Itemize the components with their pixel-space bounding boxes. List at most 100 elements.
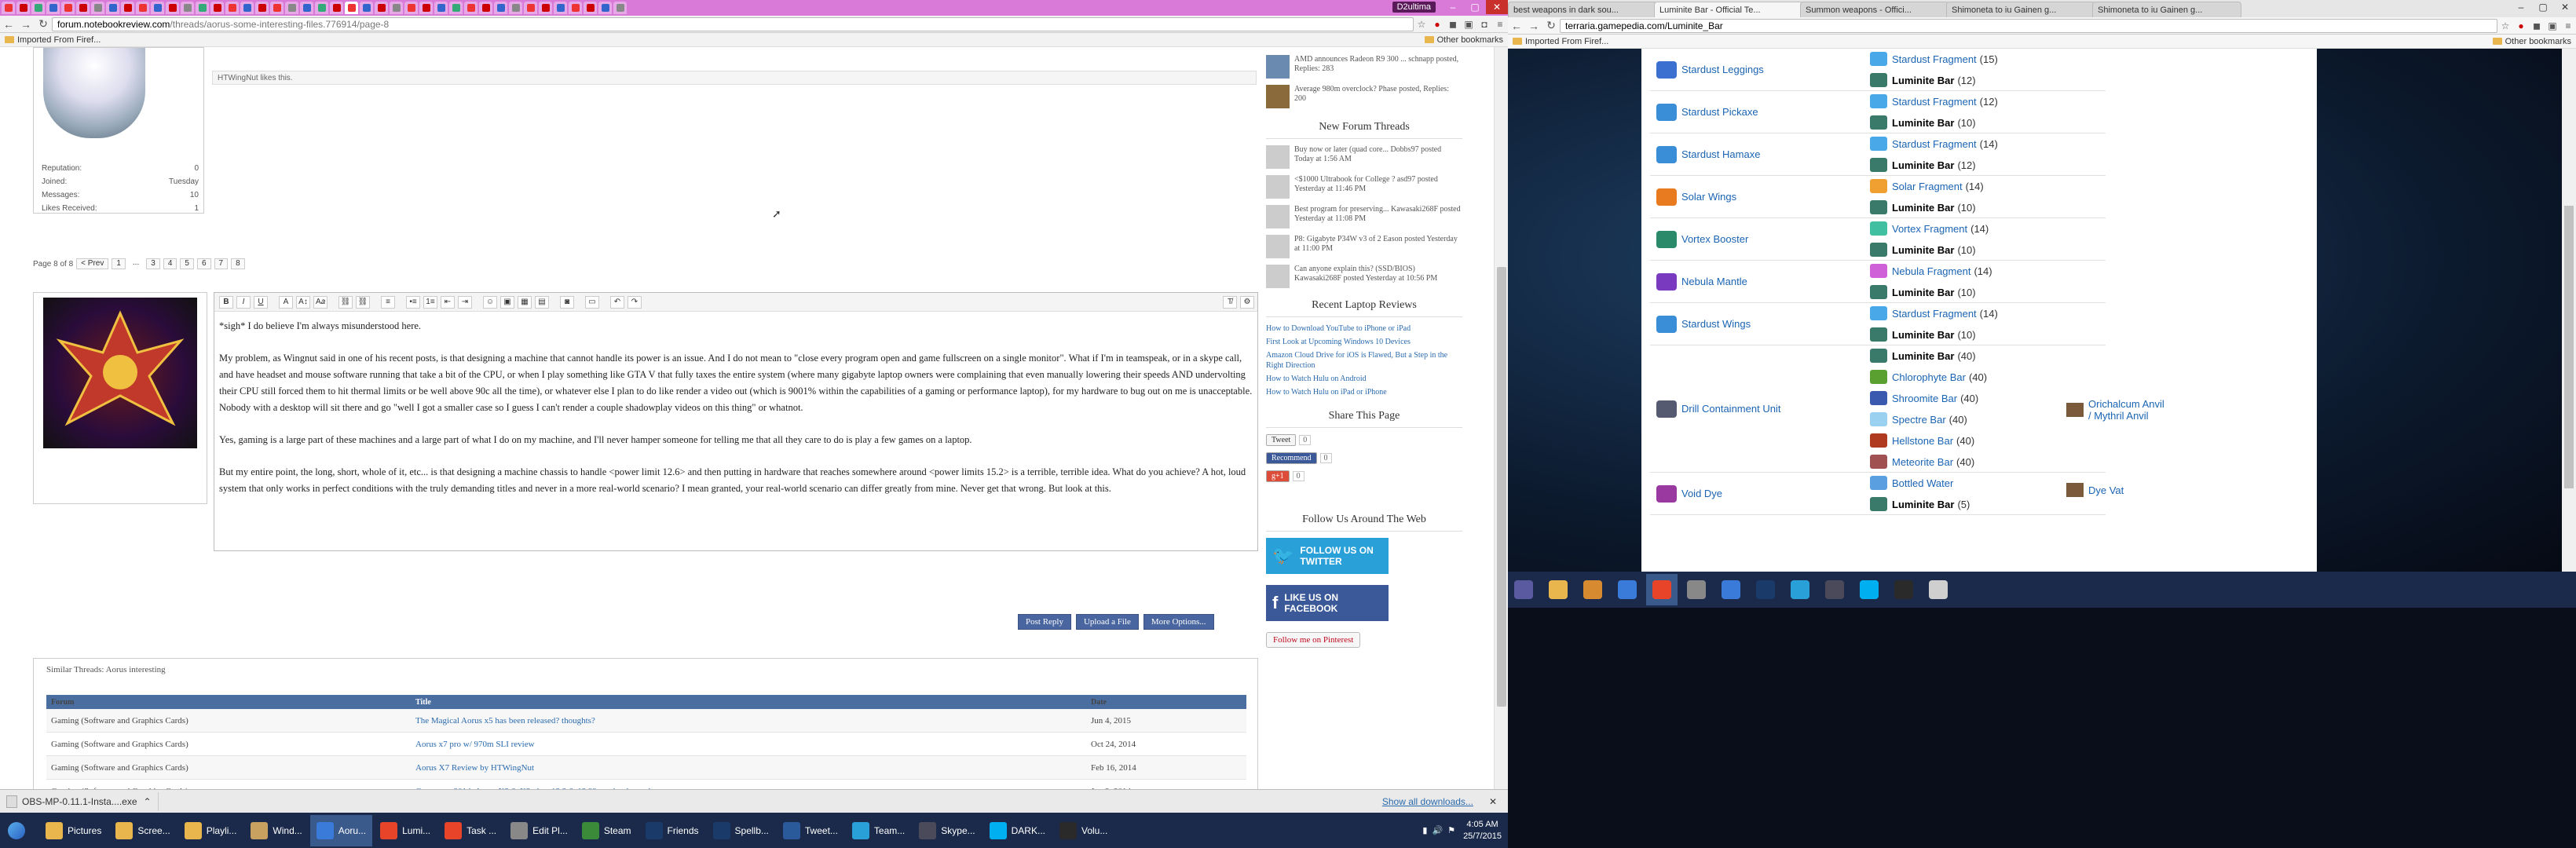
adblock-icon[interactable]: ● <box>2513 20 2529 32</box>
col-title[interactable]: Title <box>415 698 1091 707</box>
close-icon[interactable]: ✕ <box>2554 0 2576 14</box>
taskbar-app[interactable]: Task ... <box>438 815 503 846</box>
ingredient[interactable]: Hellstone Bar (40) <box>1870 433 1974 448</box>
browser-tab[interactable] <box>569 2 582 14</box>
browser-tab[interactable] <box>240 2 254 14</box>
cell-title-link[interactable]: Aorus X7 Review by HTWingNut <box>415 763 1091 773</box>
browser-tab[interactable] <box>479 2 492 14</box>
ingredient-name[interactable]: Bottled Water <box>1892 477 1953 489</box>
taskbar-app[interactable] <box>1681 574 1712 605</box>
bullet-list-icon[interactable]: •≡ <box>406 295 420 309</box>
pinterest-button[interactable]: Follow me on Pinterest <box>1266 632 1361 648</box>
other-bookmarks[interactable]: Other bookmarks <box>2492 37 2571 46</box>
ingredient[interactable]: Nebula Fragment (14) <box>1870 264 1992 278</box>
ingredient[interactable]: Luminite Bar (10) <box>1870 200 1976 214</box>
browser-tab[interactable] <box>419 2 433 14</box>
font-size-icon[interactable]: A↕ <box>296 295 310 309</box>
cell-title-link[interactable]: The Magical Aorus x5 has been released? … <box>415 716 1091 726</box>
ingredient[interactable]: Luminite Bar (12) <box>1870 158 1976 172</box>
extension3-icon[interactable]: ◘ <box>1476 18 1492 31</box>
star-icon[interactable]: ☆ <box>2497 20 2513 32</box>
browser-tab[interactable] <box>166 2 179 14</box>
ingredient[interactable]: Solar Fragment (14) <box>1870 179 1984 193</box>
browser-tab[interactable] <box>255 2 269 14</box>
browser-tab[interactable] <box>449 2 463 14</box>
recipe-result-link[interactable]: Void Dye <box>1681 488 1722 499</box>
ingredient[interactable]: Luminite Bar (10) <box>1870 115 1976 130</box>
share-button[interactable]: g+1 0 <box>1266 470 1462 482</box>
reply-text[interactable]: *sigh* I do believe I'm always misunders… <box>214 312 1257 519</box>
minimize-icon[interactable]: – <box>2510 0 2532 14</box>
ingredient[interactable]: Luminite Bar (5) <box>1870 497 1970 511</box>
taskbar-app[interactable] <box>1612 574 1643 605</box>
bookmark-folder[interactable]: Imported From Firef... <box>5 35 101 45</box>
browser-tab[interactable] <box>315 2 328 14</box>
ingredient-name[interactable]: Hellstone Bar <box>1892 435 1953 447</box>
taskbar-app[interactable] <box>1646 574 1678 605</box>
page-number-button[interactable]: 7 <box>214 258 229 269</box>
sidebar-thread[interactable]: AMD announces Radeon R9 300 ... schnapp … <box>1266 55 1462 79</box>
browser-tab[interactable] <box>16 2 30 14</box>
share-label[interactable]: Tweet <box>1266 434 1297 446</box>
taskbar-app[interactable]: Pictures <box>39 815 108 846</box>
code-icon[interactable]: ▤ <box>535 295 549 309</box>
taskbar-app[interactable] <box>1577 574 1608 605</box>
recipe-result-link[interactable]: Drill Containment Unit <box>1681 403 1780 415</box>
ingredient-name[interactable]: Luminite Bar <box>1892 350 1954 362</box>
browser-tab[interactable] <box>494 2 507 14</box>
reload-icon[interactable]: ↻ <box>1542 19 1560 32</box>
ingredient-name[interactable]: Solar Fragment <box>1892 181 1963 192</box>
new-thread-item[interactable]: Best program for preserving... Kawasaki2… <box>1266 205 1462 228</box>
browser-tab[interactable]: Luminite Bar - Official Te... <box>1654 2 1803 17</box>
page-number-button[interactable]: 4 <box>163 258 177 269</box>
scroll-thumb[interactable] <box>2564 206 2574 488</box>
download-item[interactable]: OBS-MP-0.11.1-Insta....exe ⌃ <box>0 791 159 811</box>
align-icon[interactable]: ≡ <box>381 295 395 309</box>
taskbar-app[interactable] <box>1715 574 1747 605</box>
browser-tab[interactable] <box>31 2 45 14</box>
taskbar-app[interactable] <box>1784 574 1816 605</box>
page-number-button[interactable]: 3 <box>146 258 160 269</box>
ingredient-name[interactable]: Nebula Fragment <box>1892 265 1970 277</box>
browser-tab[interactable] <box>598 2 612 14</box>
extension-icon[interactable]: ◼ <box>2529 20 2545 32</box>
taskbar-app[interactable]: Steam <box>576 815 638 846</box>
ingredient[interactable]: Stardust Fragment (15) <box>1870 52 1998 66</box>
ingredient-name[interactable]: Vortex Fragment <box>1892 223 1967 235</box>
camera-icon[interactable]: ◙ <box>560 295 574 309</box>
browser-tab[interactable] <box>434 2 448 14</box>
taskbar-app[interactable]: Playli... <box>178 815 243 846</box>
right-scrollbar[interactable] <box>2562 49 2576 572</box>
browser-tab[interactable] <box>404 2 418 14</box>
taskbar-app[interactable]: Skype... <box>913 815 981 846</box>
browser-tab[interactable] <box>285 2 298 14</box>
ingredient-name[interactable]: Meteorite Bar <box>1892 456 1953 468</box>
taskbar-app[interactable]: DARK... <box>983 815 1052 846</box>
browser-tab[interactable] <box>464 2 478 14</box>
review-link[interactable]: How to Watch Hulu on Android <box>1266 374 1462 384</box>
address-bar[interactable]: forum.notebookreview.com/threads/aorus-s… <box>52 16 1414 31</box>
taskbar-app[interactable] <box>1508 574 1539 605</box>
taskbar-app[interactable] <box>1853 574 1885 605</box>
ingredient[interactable]: Luminite Bar (10) <box>1870 285 1976 299</box>
font-family-icon[interactable]: A𝑎 <box>313 295 327 309</box>
browser-tab[interactable] <box>196 2 209 14</box>
upload-file-button[interactable]: Upload a File <box>1075 614 1139 630</box>
col-date[interactable]: Date <box>1091 698 1246 707</box>
browser-tab[interactable] <box>554 2 567 14</box>
browser-tab[interactable] <box>2 2 15 14</box>
page-number-button[interactable]: 1 <box>112 258 126 269</box>
review-link[interactable]: First Look at Upcoming Windows 10 Device… <box>1266 337 1462 347</box>
new-thread-item[interactable]: Can anyone explain this? (SSD/BIOS) Kawa… <box>1266 265 1462 288</box>
crafting-station-link[interactable]: Dye Vat <box>2066 483 2168 497</box>
bookmark-folder[interactable]: Imported From Firef... <box>1513 37 1608 46</box>
unlink-icon[interactable]: ⛓ <box>356 295 370 309</box>
browser-tab[interactable] <box>330 2 343 14</box>
flag-icon[interactable]: ⚑ <box>1447 825 1455 835</box>
ingredient-name[interactable]: Luminite Bar <box>1892 117 1954 129</box>
ingredient[interactable]: Luminite Bar (40) <box>1870 349 1976 363</box>
indent-icon[interactable]: ⇥ <box>458 295 472 309</box>
browser-tab[interactable]: Shimoneta to iu Gainen g... <box>2092 2 2241 17</box>
undo-icon[interactable]: ↶ <box>610 295 624 309</box>
browser-tab[interactable] <box>375 2 388 14</box>
